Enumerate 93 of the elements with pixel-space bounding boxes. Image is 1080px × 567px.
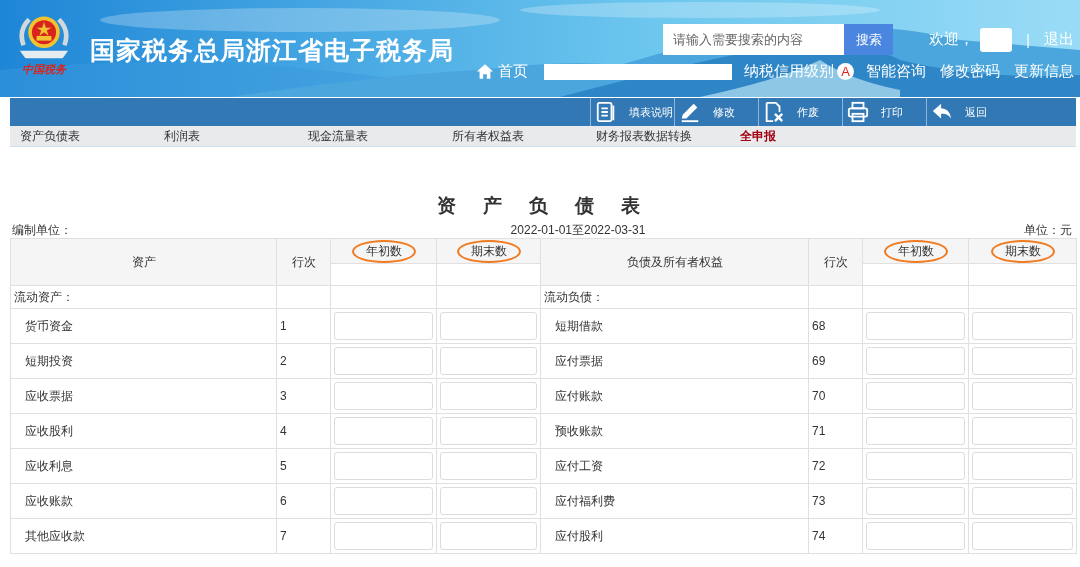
report-tab[interactable]: 财务报表数据转换: [586, 126, 730, 146]
section-label: 流动负债：: [540, 285, 809, 309]
table-cell: 2: [276, 343, 331, 379]
currency-unit: 单位：元: [1024, 222, 1072, 238]
welcome-text: 欢迎，: [929, 30, 975, 49]
table-cell: 其他应收款: [10, 518, 277, 554]
toolbar-button[interactable]: 填表说明: [590, 98, 674, 126]
home-link[interactable]: 首页: [498, 62, 528, 81]
amount-input[interactable]: [972, 382, 1073, 410]
document-icon: [595, 101, 617, 123]
pencil-icon: [679, 101, 701, 123]
amount-input[interactable]: [440, 312, 537, 340]
amount-input[interactable]: [334, 487, 433, 515]
highlight-ellipse: 期末数: [456, 239, 521, 263]
table-cell: 3: [276, 378, 331, 414]
amount-input[interactable]: [866, 452, 965, 480]
amount-input[interactable]: [334, 347, 433, 375]
table-cell: 应收账款: [10, 483, 277, 519]
highlight-ellipse: 年初数: [351, 239, 416, 263]
amount-input[interactable]: [334, 382, 433, 410]
table-cell: 应收票据: [10, 378, 277, 414]
amount-input[interactable]: [972, 312, 1073, 340]
amount-input[interactable]: [972, 417, 1073, 445]
column-header: 行次: [808, 238, 863, 286]
table-cell: 6: [276, 483, 331, 519]
table-cell: 7: [276, 518, 331, 554]
report-tab[interactable]: 现金流量表: [298, 126, 442, 146]
column-header: 资产: [10, 238, 277, 286]
section-label: 流动资产：: [10, 285, 277, 309]
amount-input[interactable]: [440, 347, 537, 375]
table-cell: 短期借款: [540, 308, 809, 344]
table-cell: 货币资金: [10, 308, 277, 344]
amount-input[interactable]: [972, 347, 1073, 375]
table-cell: 4: [276, 413, 331, 449]
highlight-ellipse: 年初数: [883, 239, 948, 263]
amount-input[interactable]: [440, 522, 537, 550]
amount-input[interactable]: [972, 487, 1073, 515]
highlight-ellipse: 期末数: [990, 239, 1055, 263]
report-tab[interactable]: 利润表: [154, 126, 298, 146]
column-header: 行次: [276, 238, 331, 286]
table-cell: 71: [808, 413, 863, 449]
table-cell: 68: [808, 308, 863, 344]
amount-input[interactable]: [866, 382, 965, 410]
amount-input[interactable]: [334, 417, 433, 445]
report-tab[interactable]: 所有者权益表: [442, 126, 586, 146]
table-cell: 短期投资: [10, 343, 277, 379]
report-tab[interactable]: 全申报: [730, 126, 874, 146]
header-link[interactable]: 更新信息: [1014, 62, 1074, 81]
report-title: 资 产 负 债 表: [435, 194, 645, 218]
amount-input[interactable]: [972, 522, 1073, 550]
search-button[interactable]: 搜索: [844, 24, 894, 55]
table-cell: 应付福利费: [540, 483, 809, 519]
unit-label: 编制单位：: [12, 222, 72, 238]
logo-caption: 中国税务: [22, 62, 66, 77]
amount-input[interactable]: [866, 417, 965, 445]
column-header: 负债及所有者权益: [540, 238, 809, 286]
table-cell: 应付票据: [540, 343, 809, 379]
table-cell: 1: [276, 308, 331, 344]
report-period: 2022-01-01至2022-03-31: [510, 222, 646, 238]
amount-input[interactable]: [866, 312, 965, 340]
table-cell: 应付股利: [540, 518, 809, 554]
table-cell: 应付账款: [540, 378, 809, 414]
table-cell: 70: [808, 378, 863, 414]
site-title: 国家税务总局浙江省电子税务局: [90, 35, 454, 66]
printer-icon: [847, 101, 869, 123]
table-cell: 69: [808, 343, 863, 379]
table-cell: 5: [276, 448, 331, 484]
separator: |: [1026, 31, 1030, 48]
home-icon: [476, 63, 494, 80]
header-link[interactable]: 智能咨询: [866, 62, 926, 81]
table-cell: 应收股利: [10, 413, 277, 449]
document-x-icon: [763, 101, 785, 123]
amount-input[interactable]: [440, 382, 537, 410]
search-field[interactable]: 请输入需要搜索的内容: [663, 24, 845, 55]
amount-input[interactable]: [334, 522, 433, 550]
amount-input[interactable]: [440, 487, 537, 515]
table-cell: 预收账款: [540, 413, 809, 449]
header-link[interactable]: 修改密码: [940, 62, 1000, 81]
amount-input[interactable]: [440, 452, 537, 480]
table-cell: 应收利息: [10, 448, 277, 484]
amount-input[interactable]: [866, 347, 965, 375]
table-cell: 应付工资: [540, 448, 809, 484]
table-cell: 74: [808, 518, 863, 554]
table-cell: 73: [808, 483, 863, 519]
amount-input[interactable]: [440, 417, 537, 445]
redaction-mark: [980, 27, 1013, 52]
table-cell: 72: [808, 448, 863, 484]
report-tab[interactable]: 资产负债表: [10, 126, 154, 146]
amount-input[interactable]: [972, 452, 1073, 480]
amount-input[interactable]: [334, 452, 433, 480]
amount-input[interactable]: [334, 312, 433, 340]
amount-input[interactable]: [866, 522, 965, 550]
amount-input[interactable]: [866, 487, 965, 515]
